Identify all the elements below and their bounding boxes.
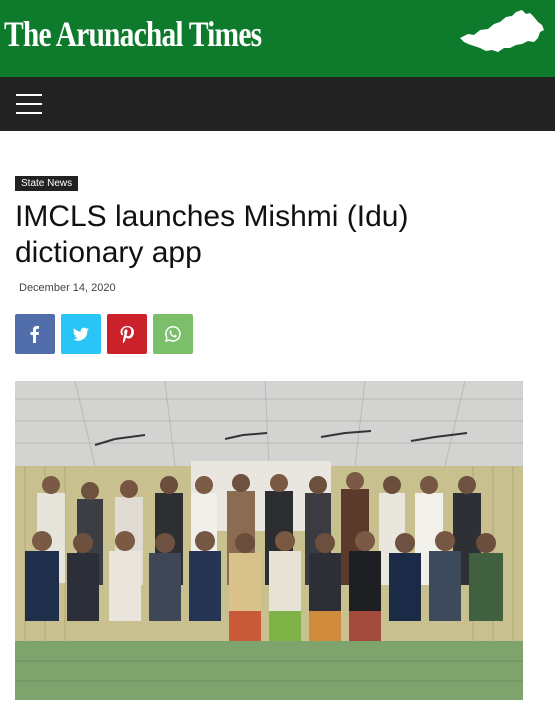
hamburger-menu-icon[interactable] — [16, 94, 42, 114]
pinterest-share-button[interactable] — [107, 314, 147, 354]
facebook-share-button[interactable] — [15, 314, 55, 354]
nav-bar — [0, 77, 555, 131]
article-title: IMCLS launches Mishmi (Idu) dictionary a… — [15, 200, 409, 269]
pinterest-icon — [120, 326, 134, 343]
arunachal-map-icon — [460, 10, 544, 52]
article-date: December 14, 2020 — [19, 282, 116, 294]
whatsapp-share-button[interactable] — [153, 314, 193, 354]
site-logo[interactable]: The Arunachal Times — [4, 13, 262, 55]
site-header: The Arunachal Times — [0, 0, 555, 77]
featured-image[interactable] — [15, 381, 523, 700]
facebook-icon — [30, 326, 39, 343]
whatsapp-icon — [164, 326, 181, 343]
twitter-share-button[interactable] — [61, 314, 101, 354]
category-tag[interactable]: State News — [15, 176, 79, 191]
twitter-icon — [73, 327, 89, 341]
